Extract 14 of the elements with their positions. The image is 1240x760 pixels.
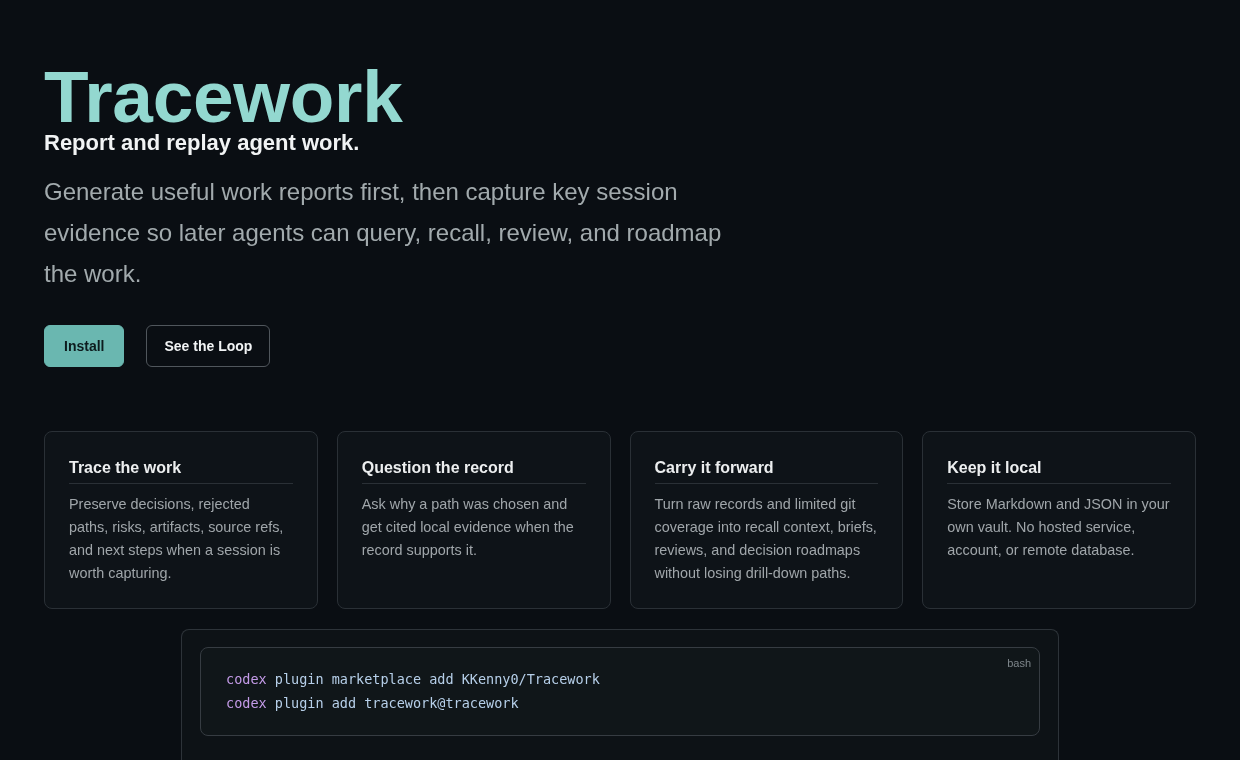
- language-label: bash: [1007, 656, 1031, 670]
- primary-button[interactable]: Install: [44, 325, 125, 367]
- hero-description: Generate useful work reports first, then capture key session evidence so later agents can query, recall, review, and roadmap the work.: [44, 177, 723, 289]
- card-text: Ask why a path was chosen and get cited local evidence when the record supports it.: [361, 495, 575, 560]
- code-line: codex plugin marketplace add KKenny0/Tracework: [226, 670, 600, 689]
- card-title: Carry it forward: [654, 458, 775, 478]
- code-line: codex plugin add tracework@tracework: [226, 694, 519, 713]
- card-text: Turn raw records and limited git coverage into recall context, briefs, reviews, and decision roadmaps without losing drill-down paths.: [654, 495, 878, 583]
- card-title: Question the record: [361, 458, 515, 478]
- card-title: Keep it local: [947, 458, 1043, 478]
- outline-button[interactable]: See the Loop: [146, 325, 271, 367]
- card-text: Store Markdown and JSON in your own vault. No hosted service, account, or remote database.: [947, 495, 1171, 560]
- card-text: Preserve decisions, rejected paths, risks, artifacts, source refs, and next steps when a session is worth capturing.: [69, 495, 285, 583]
- card-title: Trace the work: [69, 458, 183, 478]
